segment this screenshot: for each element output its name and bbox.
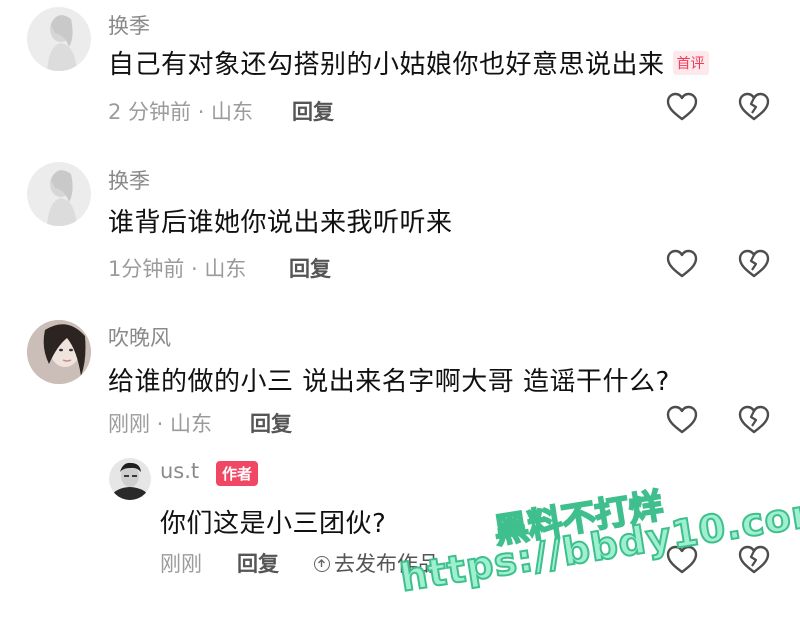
arrow-up-circle-icon xyxy=(314,556,330,572)
username[interactable]: us.t xyxy=(160,459,199,483)
username[interactable]: 换季 xyxy=(108,165,150,195)
comment-meta: 1分钟前 · 山东 xyxy=(108,257,247,281)
first-comment-tag: 首评 xyxy=(672,51,709,75)
reply-button[interactable]: 回复 xyxy=(237,548,279,578)
like-heart-icon[interactable] xyxy=(666,92,698,122)
avatar[interactable] xyxy=(27,7,91,71)
dislike-broken-heart-icon[interactable] xyxy=(738,545,770,575)
reply-button[interactable]: 回复 xyxy=(292,96,334,126)
comment-meta: 刚刚 xyxy=(160,552,202,576)
avatar[interactable] xyxy=(109,458,151,500)
go-publish-post-link[interactable]: 去发布作品 xyxy=(314,548,439,578)
comment-text: 谁背后谁她你说出来我听听来 xyxy=(108,208,453,238)
comment-text-content: 自己有对象还勾搭别的小姑娘你也好意思说出来 xyxy=(108,50,665,80)
avatar[interactable] xyxy=(27,162,91,226)
dislike-broken-heart-icon[interactable] xyxy=(738,92,770,122)
comment-text: 你们这是小三团伙? xyxy=(160,509,387,539)
comment-text: 给谁的做的小三 说出来名字啊大哥 造谣干什么? xyxy=(108,367,670,397)
dislike-broken-heart-icon[interactable] xyxy=(738,249,770,279)
username[interactable]: 换季 xyxy=(108,10,150,40)
go-publish-post-label: 去发布作品 xyxy=(334,552,439,576)
like-heart-icon[interactable] xyxy=(666,249,698,279)
comment-text: 自己有对象还勾搭别的小姑娘你也好意思说出来 首评 xyxy=(108,44,709,81)
like-heart-icon[interactable] xyxy=(666,545,698,575)
reply-button[interactable]: 回复 xyxy=(250,408,292,438)
comment-item: 换季 自己有对象还勾搭别的小姑娘你也好意思说出来 首评 2 分钟前 · 山东 回复 xyxy=(0,0,800,140)
comment-item: 吹晚风 给谁的做的小三 说出来名字啊大哥 造谣干什么? 刚刚 · 山东 回复 xyxy=(0,310,800,450)
comment-meta: 刚刚 · 山东 xyxy=(108,412,213,436)
author-reply-item: us.t 作者 你们这是小三团伙? 刚刚 回复 去发布作品 xyxy=(0,450,800,633)
dislike-broken-heart-icon[interactable] xyxy=(738,405,770,435)
username[interactable]: 吹晚风 xyxy=(108,322,171,352)
comment-item: 换季 谁背后谁她你说出来我听听来 1分钟前 · 山东 回复 xyxy=(0,150,800,290)
reply-button[interactable]: 回复 xyxy=(289,253,331,283)
author-badge: 作者 xyxy=(216,461,259,486)
comment-meta: 2 分钟前 · 山东 xyxy=(108,100,254,124)
avatar[interactable] xyxy=(27,320,91,384)
like-heart-icon[interactable] xyxy=(666,405,698,435)
